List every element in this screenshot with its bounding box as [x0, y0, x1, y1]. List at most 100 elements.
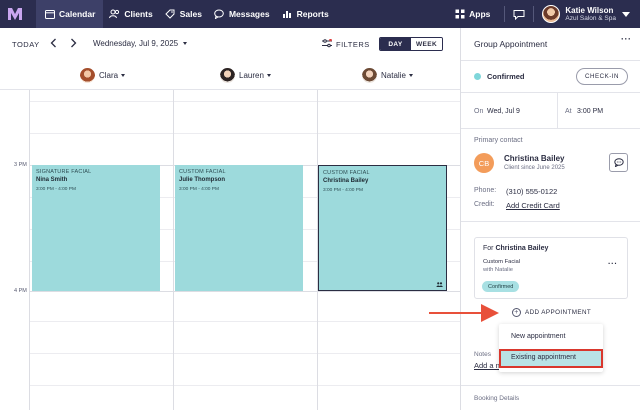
group-people-icon: [436, 282, 443, 287]
notes-label: Notes: [474, 351, 491, 358]
time-field-value[interactable]: 3:00 PM: [577, 108, 603, 115]
menu-item-existing-appointment[interactable]: Existing appointment: [499, 349, 603, 368]
phone-value[interactable]: (310) 555-0122: [506, 187, 557, 196]
nav-sales[interactable]: Sales: [159, 0, 208, 28]
plus-circle-icon: +: [512, 308, 521, 317]
add-appointment-menu: New appointment Existing appointment: [499, 324, 603, 372]
user-avatar[interactable]: [542, 5, 561, 23]
staff-avatar: [362, 68, 377, 83]
top-navigation-bar: Calendar Clients Sales Messages Reports …: [0, 0, 640, 28]
chat-bubble-icon: [613, 158, 624, 167]
grid-line: [30, 133, 460, 134]
staff-name: Lauren: [239, 71, 264, 80]
divider: [557, 92, 558, 128]
status-badge: Confirmed: [482, 281, 520, 292]
filter-sliders-icon: [322, 38, 332, 50]
nav-reports-label: Reports: [296, 9, 329, 19]
time-gutter: [0, 90, 30, 410]
divider: [461, 128, 640, 129]
appointment-client: Christina Bailey: [323, 178, 369, 184]
client-name[interactable]: Christina Bailey: [504, 154, 564, 163]
next-day-chevron-icon[interactable]: [70, 38, 77, 51]
nav-chat-icon[interactable]: [513, 9, 525, 20]
staff-name: Clara: [99, 71, 119, 80]
filters-label: FILTERS: [336, 40, 370, 49]
week-view-button[interactable]: WEEK: [411, 38, 442, 50]
add-appointment-label: ADD APPOINTMENT: [525, 309, 592, 316]
appointment-client: Julie Thompson: [179, 177, 226, 183]
appointment-service: CUSTOM FACIAL: [323, 170, 370, 176]
card-staff: with Natalie: [483, 267, 513, 273]
user-info[interactable]: Katie Wilson Azul Salon & Spa: [565, 6, 616, 23]
calendar-toolbar: TODAY Wednesday, Jul 9, 2025 FILTERS DAY…: [0, 28, 460, 62]
staff-avatar: [80, 68, 95, 83]
staff-avatar: [220, 68, 235, 83]
add-note-link[interactable]: Add a n: [474, 361, 500, 370]
staff-name: Natalie: [381, 71, 406, 80]
divider: [461, 60, 640, 61]
card-more-options-icon[interactable]: ···: [608, 259, 618, 268]
filters-button[interactable]: FILTERS: [322, 38, 370, 50]
staff-header-row: Clara Lauren Natalie: [0, 62, 460, 90]
date-label: Wednesday, Jul 9, 2025: [93, 39, 179, 48]
appointment-detail-panel: Group Appointment ··· Confirmed CHECK-IN…: [460, 28, 640, 410]
time-label-3pm: 3 PM: [14, 162, 27, 168]
divider: [461, 92, 640, 93]
appointment-block[interactable]: SIGNATURE FACIAL Nina Smith 3:00 PM - 4:…: [32, 165, 160, 291]
column-divider: [173, 90, 174, 410]
add-credit-card-link[interactable]: Add Credit Card: [506, 201, 560, 210]
credit-label: Credit:: [474, 201, 495, 208]
staff-selector-lauren[interactable]: Lauren: [220, 68, 271, 83]
group-member-card[interactable]: For Christina Bailey Custom Facial with …: [474, 237, 628, 299]
calendar-grid: 3 PM 4 PM SIGNATURE FACIAL Nina Smith 3:…: [0, 90, 460, 410]
card-for-line: For Christina Bailey: [483, 245, 548, 252]
nav-clients[interactable]: Clients: [103, 0, 158, 28]
chevron-down-icon: [408, 74, 413, 77]
staff-selector-clara[interactable]: Clara: [80, 68, 126, 83]
menu-item-new-appointment[interactable]: New appointment: [511, 333, 565, 340]
message-client-button[interactable]: [609, 153, 628, 172]
status-dot-icon: [474, 73, 481, 80]
tag-icon: [165, 9, 176, 20]
nav-sales-label: Sales: [179, 9, 202, 19]
day-view-button[interactable]: DAY: [380, 38, 411, 50]
date-field-label: On: [474, 108, 484, 115]
more-options-icon[interactable]: ···: [621, 34, 632, 44]
client-avatar: CB: [474, 153, 494, 173]
add-appointment-button[interactable]: + ADD APPOINTMENT: [512, 308, 591, 317]
prev-day-chevron-icon[interactable]: [50, 38, 57, 51]
clients-icon: [109, 9, 120, 20]
user-menu-caret-icon[interactable]: [622, 11, 630, 17]
time-field-label: At: [565, 108, 572, 115]
vagaro-logo-icon[interactable]: [0, 0, 30, 28]
nav-messages-label: Messages: [228, 9, 270, 19]
grid-line: [30, 385, 460, 386]
nav-calendar[interactable]: Calendar: [36, 0, 104, 28]
nav-apps-label: Apps: [469, 9, 491, 19]
nav-clients-label: Clients: [124, 9, 153, 19]
annotation-arrow-icon: [429, 304, 499, 322]
client-since: Client since June 2025: [504, 165, 565, 171]
date-selector[interactable]: Wednesday, Jul 9, 2025: [93, 39, 188, 48]
appointment-time: 3:00 PM - 4:00 PM: [36, 187, 76, 192]
nav-messages[interactable]: Messages: [208, 0, 276, 28]
today-button[interactable]: TODAY: [12, 40, 40, 49]
card-service: Custom Facial: [483, 259, 521, 265]
booking-details-label[interactable]: Booking Details: [474, 395, 519, 402]
card-for-name: Christina Bailey: [495, 245, 549, 252]
date-field-value[interactable]: Wed, Jul 9: [487, 108, 520, 115]
nav-reports[interactable]: Reports: [276, 0, 335, 28]
grid-line: [30, 321, 460, 322]
appointment-block-selected[interactable]: CUSTOM FACIAL Christina Bailey 3:00 PM -…: [318, 165, 447, 291]
nav-right-group: Apps Katie Wilson Azul Salon & Spa: [448, 0, 640, 28]
check-in-button[interactable]: CHECK-IN: [576, 68, 628, 85]
appointment-block[interactable]: CUSTOM FACIAL Julie Thompson 3:00 PM - 4…: [175, 165, 303, 291]
appointment-client: Nina Smith: [36, 177, 68, 183]
grid-line: [30, 291, 460, 292]
status-label[interactable]: Confirmed: [487, 72, 525, 81]
staff-selector-natalie[interactable]: Natalie: [362, 68, 413, 83]
nav-apps[interactable]: Apps: [448, 0, 496, 28]
appointment-time: 3:00 PM - 4:00 PM: [179, 187, 219, 192]
bar-chart-icon: [282, 9, 293, 20]
grid-line: [30, 101, 460, 102]
